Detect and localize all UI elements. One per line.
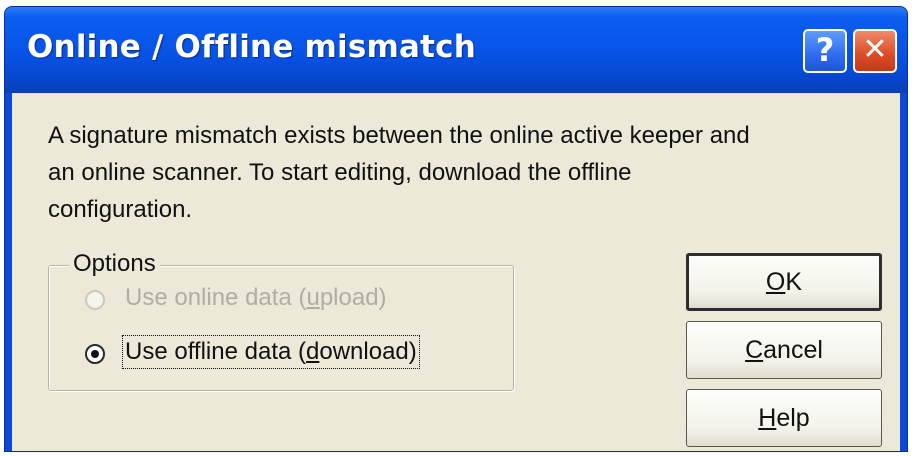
help-title-button[interactable]: ?	[803, 29, 847, 73]
message-line-1: A signature mismatch exists between the …	[48, 122, 750, 149]
dialog-client-area: A signature mismatch exists between the …	[12, 93, 900, 451]
radio-button-online[interactable]	[85, 290, 105, 310]
options-groupbox: Options Use online data (upload) Use off…	[48, 250, 514, 391]
message-line-2: an online scanner. To start editing, dow…	[48, 159, 632, 186]
cancel-button[interactable]: Cancel	[686, 321, 882, 379]
question-mark-icon: ?	[815, 31, 835, 69]
dialog-window: Online / Offline mismatch ? ✕ A signatur…	[4, 6, 908, 452]
title-bar[interactable]: Online / Offline mismatch ? ✕	[5, 7, 907, 93]
close-icon: ✕	[862, 32, 888, 67]
dialog-title: Online / Offline mismatch	[27, 29, 477, 65]
radio-label-online: Use online data (upload)	[125, 284, 387, 311]
radio-selected-dot	[91, 350, 99, 358]
help-button[interactable]: Help	[686, 389, 882, 447]
message-line-3: configuration.	[48, 196, 193, 223]
radio-button-offline[interactable]	[85, 344, 105, 364]
message-text: A signature mismatch exists between the …	[48, 117, 868, 228]
options-label: Options	[69, 250, 160, 278]
close-button[interactable]: ✕	[853, 29, 897, 73]
ok-button[interactable]: OK	[686, 253, 882, 311]
radio-label-offline: Use offline data (download)	[122, 335, 420, 369]
